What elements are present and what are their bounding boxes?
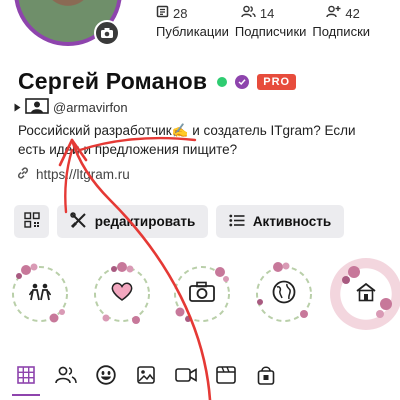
profile-name: Сергей Романов	[18, 68, 208, 94]
stat-posts[interactable]: 28 Публикации	[156, 4, 229, 40]
followers-icon	[241, 5, 256, 21]
edit-profile-label: редактировать	[94, 214, 196, 229]
profile-tabs	[0, 358, 400, 396]
heart-icon	[110, 281, 134, 307]
profile-actions: редактировать Активность	[14, 205, 344, 238]
highlight-friends[interactable]	[4, 258, 76, 330]
highlight-globe[interactable]	[248, 258, 320, 330]
lock-bag-icon	[257, 365, 275, 390]
highlight-heart[interactable]	[86, 258, 158, 330]
highlight-home[interactable]	[330, 258, 400, 330]
video-icon	[175, 367, 197, 388]
expand-arrow-icon[interactable]	[14, 100, 21, 115]
story-highlights	[0, 258, 400, 334]
qr-code-icon	[23, 212, 40, 231]
highlight-camera[interactable]	[166, 258, 238, 330]
online-status-icon	[217, 76, 228, 87]
activity-button[interactable]: Активность	[216, 205, 344, 238]
qr-code-button[interactable]	[14, 205, 49, 238]
clapper-icon	[216, 365, 236, 389]
profile-avatar[interactable]	[14, 0, 122, 46]
username-row[interactable]: @armavirfon	[14, 98, 128, 117]
annotation-arrow	[58, 136, 212, 400]
tab-emoji[interactable]	[86, 360, 126, 394]
activity-label: Активность	[252, 214, 332, 229]
tools-icon	[69, 211, 87, 232]
pro-badge[interactable]: PRO	[257, 73, 297, 90]
following-icon	[326, 5, 341, 21]
friends-icon	[28, 283, 52, 306]
posts-label: Публикации	[156, 24, 229, 39]
following-label: Подписки	[312, 24, 371, 39]
followers-label: Подписчики	[234, 24, 307, 39]
camera-icon	[189, 281, 215, 307]
people-icon	[55, 366, 77, 389]
image-icon	[137, 365, 155, 389]
emoji-icon	[96, 364, 116, 390]
stat-followers[interactable]: 14 Подписчики	[234, 4, 307, 40]
tab-people[interactable]	[46, 360, 86, 394]
link-icon	[16, 166, 30, 183]
list-icon	[229, 214, 245, 230]
profile-name-row: Сергей Романов PRO	[18, 68, 297, 95]
posts-count: 28	[173, 5, 188, 21]
verified-icon	[235, 74, 250, 89]
posts-icon	[156, 5, 169, 21]
tab-images[interactable]	[126, 360, 166, 394]
tab-grid[interactable]	[6, 360, 46, 396]
grid-icon	[17, 365, 35, 389]
edit-profile-button[interactable]: редактировать	[57, 205, 208, 238]
home-icon	[355, 282, 377, 307]
tab-reels[interactable]	[206, 360, 246, 394]
stat-following[interactable]: 42 Подписки	[312, 4, 371, 40]
following-count: 42	[345, 5, 360, 21]
profile-bio: Российский разработчик✍️ и создатель ITg…	[18, 123, 356, 157]
followers-count: 14	[259, 5, 275, 21]
profile-card-icon	[25, 98, 49, 117]
tab-videos[interactable]	[166, 360, 206, 394]
change-photo-camera-icon[interactable]	[94, 20, 120, 46]
username: @armavirfon	[53, 100, 128, 115]
profile-link[interactable]: https://ltgram.ru	[16, 166, 130, 183]
profile-stats: 28 Публикации 14 Подписчики 42 Подписки	[156, 4, 396, 40]
tab-private[interactable]	[246, 360, 286, 394]
link-text: https://ltgram.ru	[36, 167, 130, 182]
globe-icon	[272, 280, 296, 309]
